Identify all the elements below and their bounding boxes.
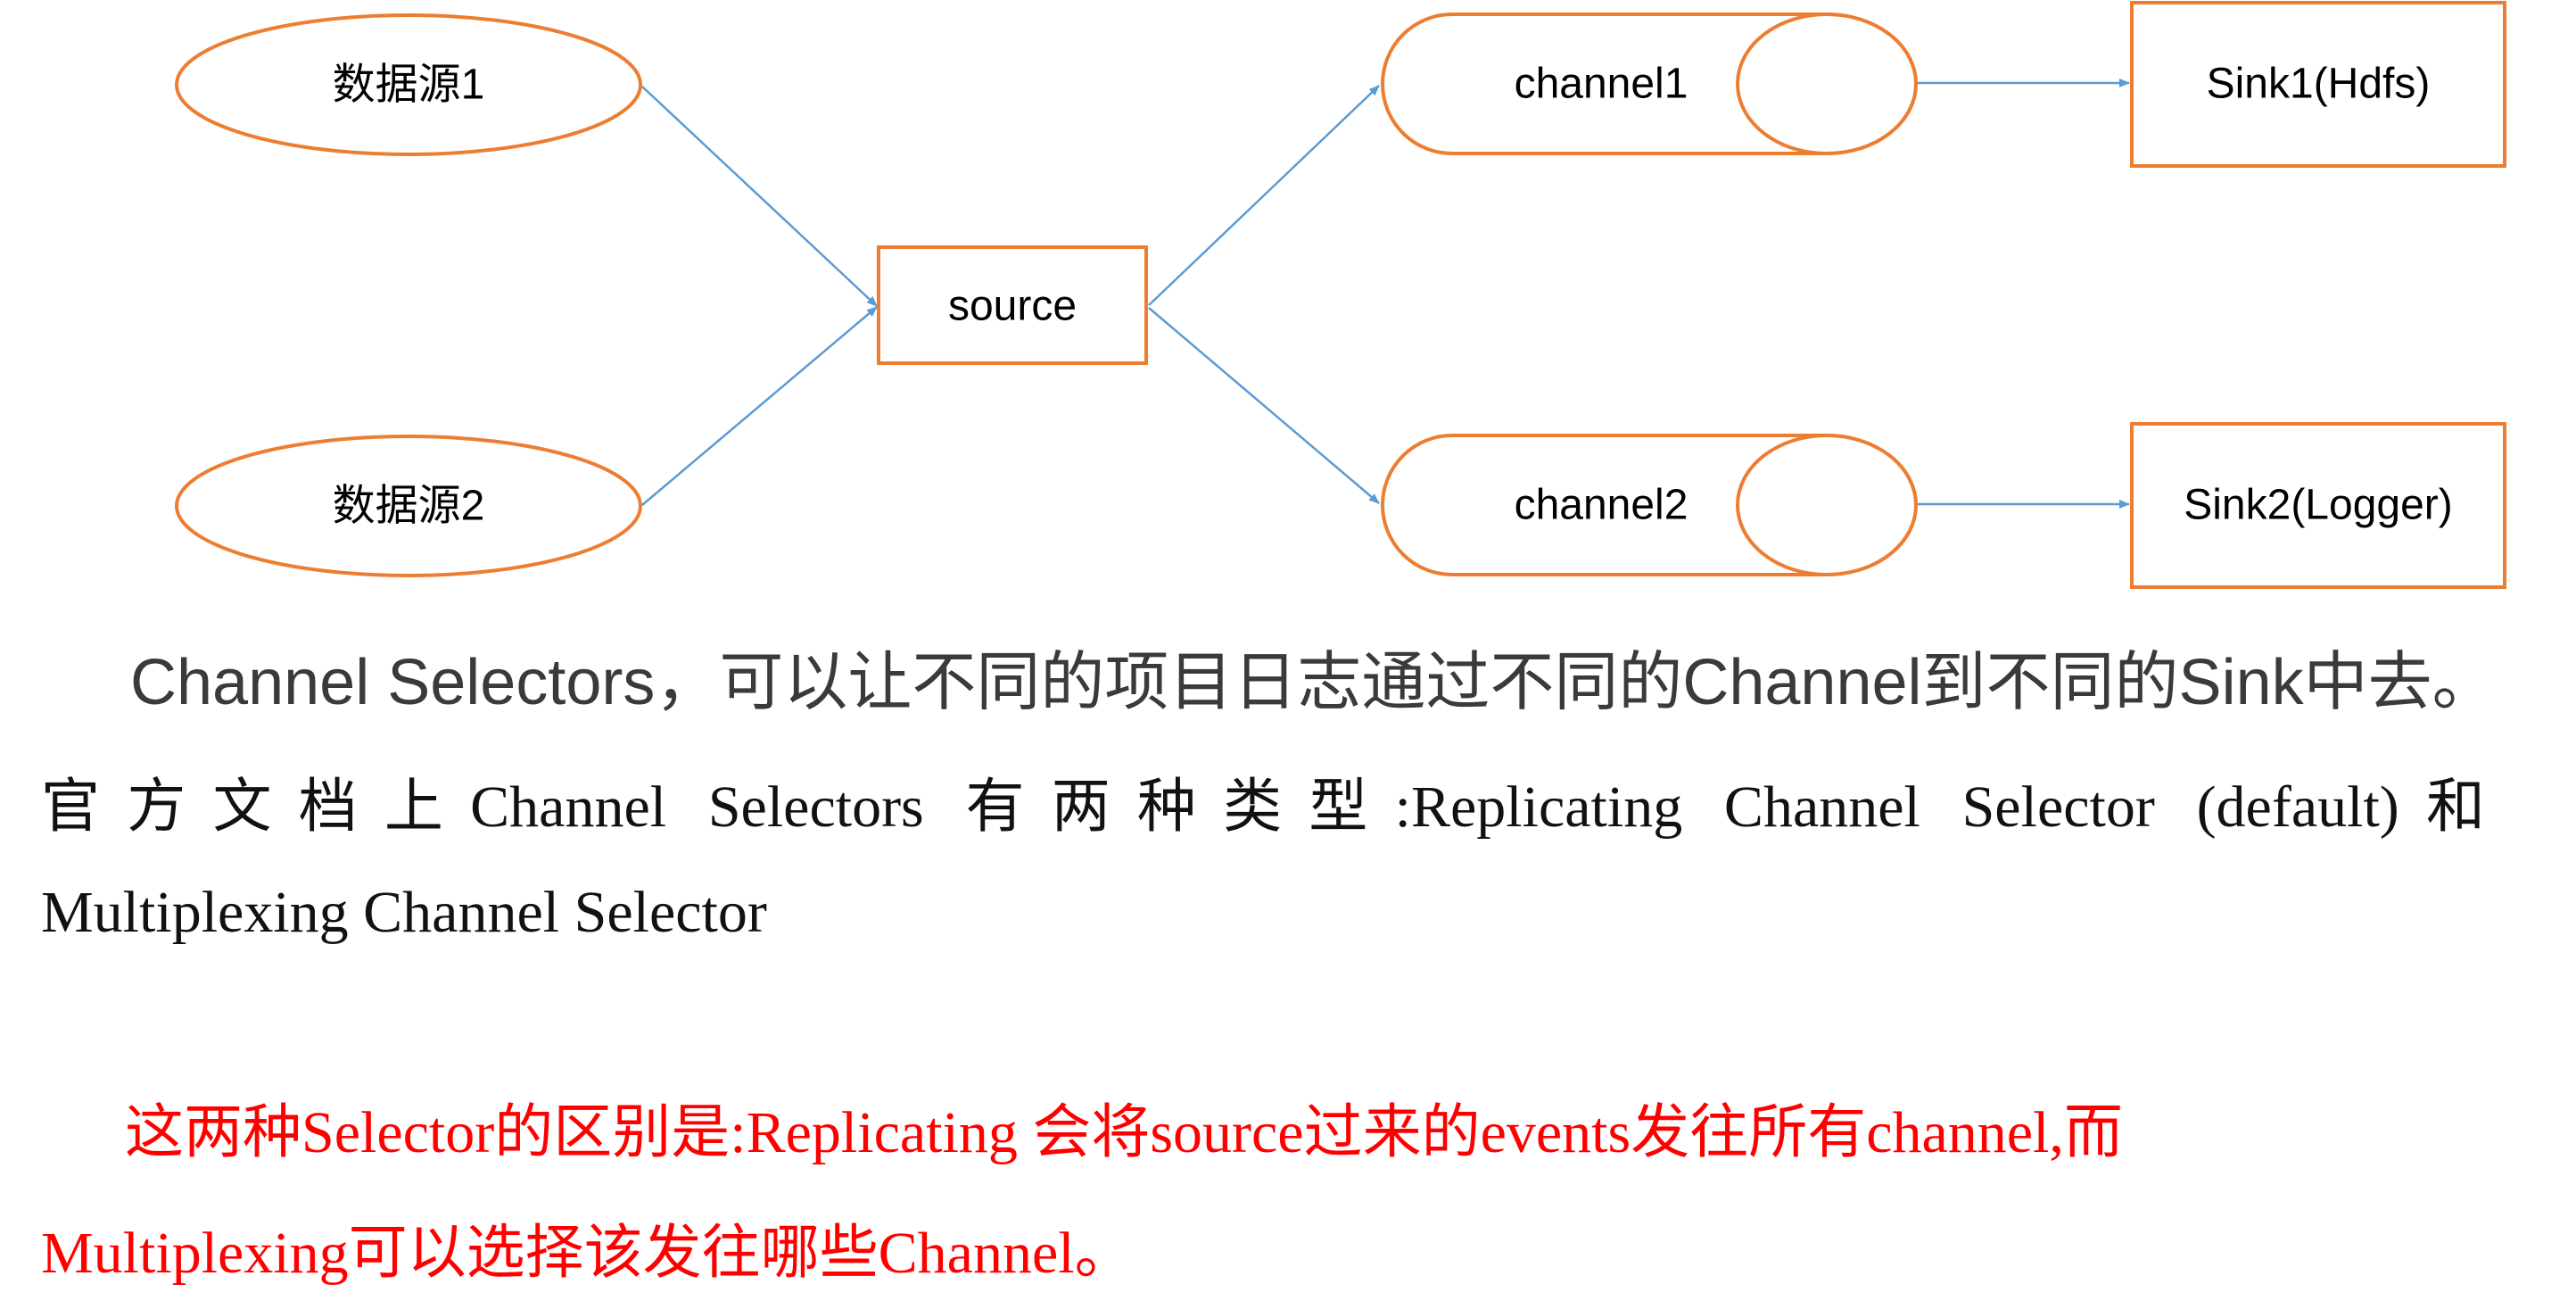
source-node: source: [877, 245, 1148, 365]
arrow-source-to-channel1: [1148, 85, 1380, 306]
docs-paragraph-line1: 官方文档上Channel Selectors 有两种类型:Replicating…: [41, 775, 2485, 840]
intro-paragraph: Channel Selectors，可以让不同的项目日志通过不同的Channel…: [130, 647, 2497, 718]
channel2-node: channel2: [1381, 434, 1918, 576]
source1-node: 数据源1: [175, 13, 642, 156]
difference-paragraph-line2: Multiplexing可以选择该发往哪些Channel。: [41, 1221, 1134, 1286]
sink1-label: Sink1(Hdfs): [2207, 61, 2431, 108]
docs-paragraph-line2: Multiplexing Channel Selector: [41, 880, 767, 945]
sink1-node: Sink1(Hdfs): [2130, 1, 2506, 168]
channel1-label: channel1: [1515, 61, 1688, 108]
flume-channel-selector-diagram: 数据源1 数据源2 source channel1 channel2 Sink1…: [175, 1, 2506, 589]
source-label: source: [948, 283, 1077, 330]
channel2-label: channel2: [1515, 482, 1688, 529]
channel1-node: channel1: [1381, 12, 1918, 155]
sink2-label: Sink2(Logger): [2184, 482, 2453, 529]
arrow-source2-to-source: [641, 306, 878, 506]
sink2-node: Sink2(Logger): [2130, 422, 2506, 589]
difference-paragraph-line1: 这两种Selector的区别是:Replicating 会将source过来的e…: [125, 1100, 2123, 1165]
arrow-source-to-channel2: [1148, 307, 1380, 504]
source2-label: 数据源2: [333, 483, 485, 530]
source1-label: 数据源1: [333, 62, 485, 109]
source2-node: 数据源2: [175, 435, 642, 577]
arrow-source1-to-source: [641, 86, 878, 307]
